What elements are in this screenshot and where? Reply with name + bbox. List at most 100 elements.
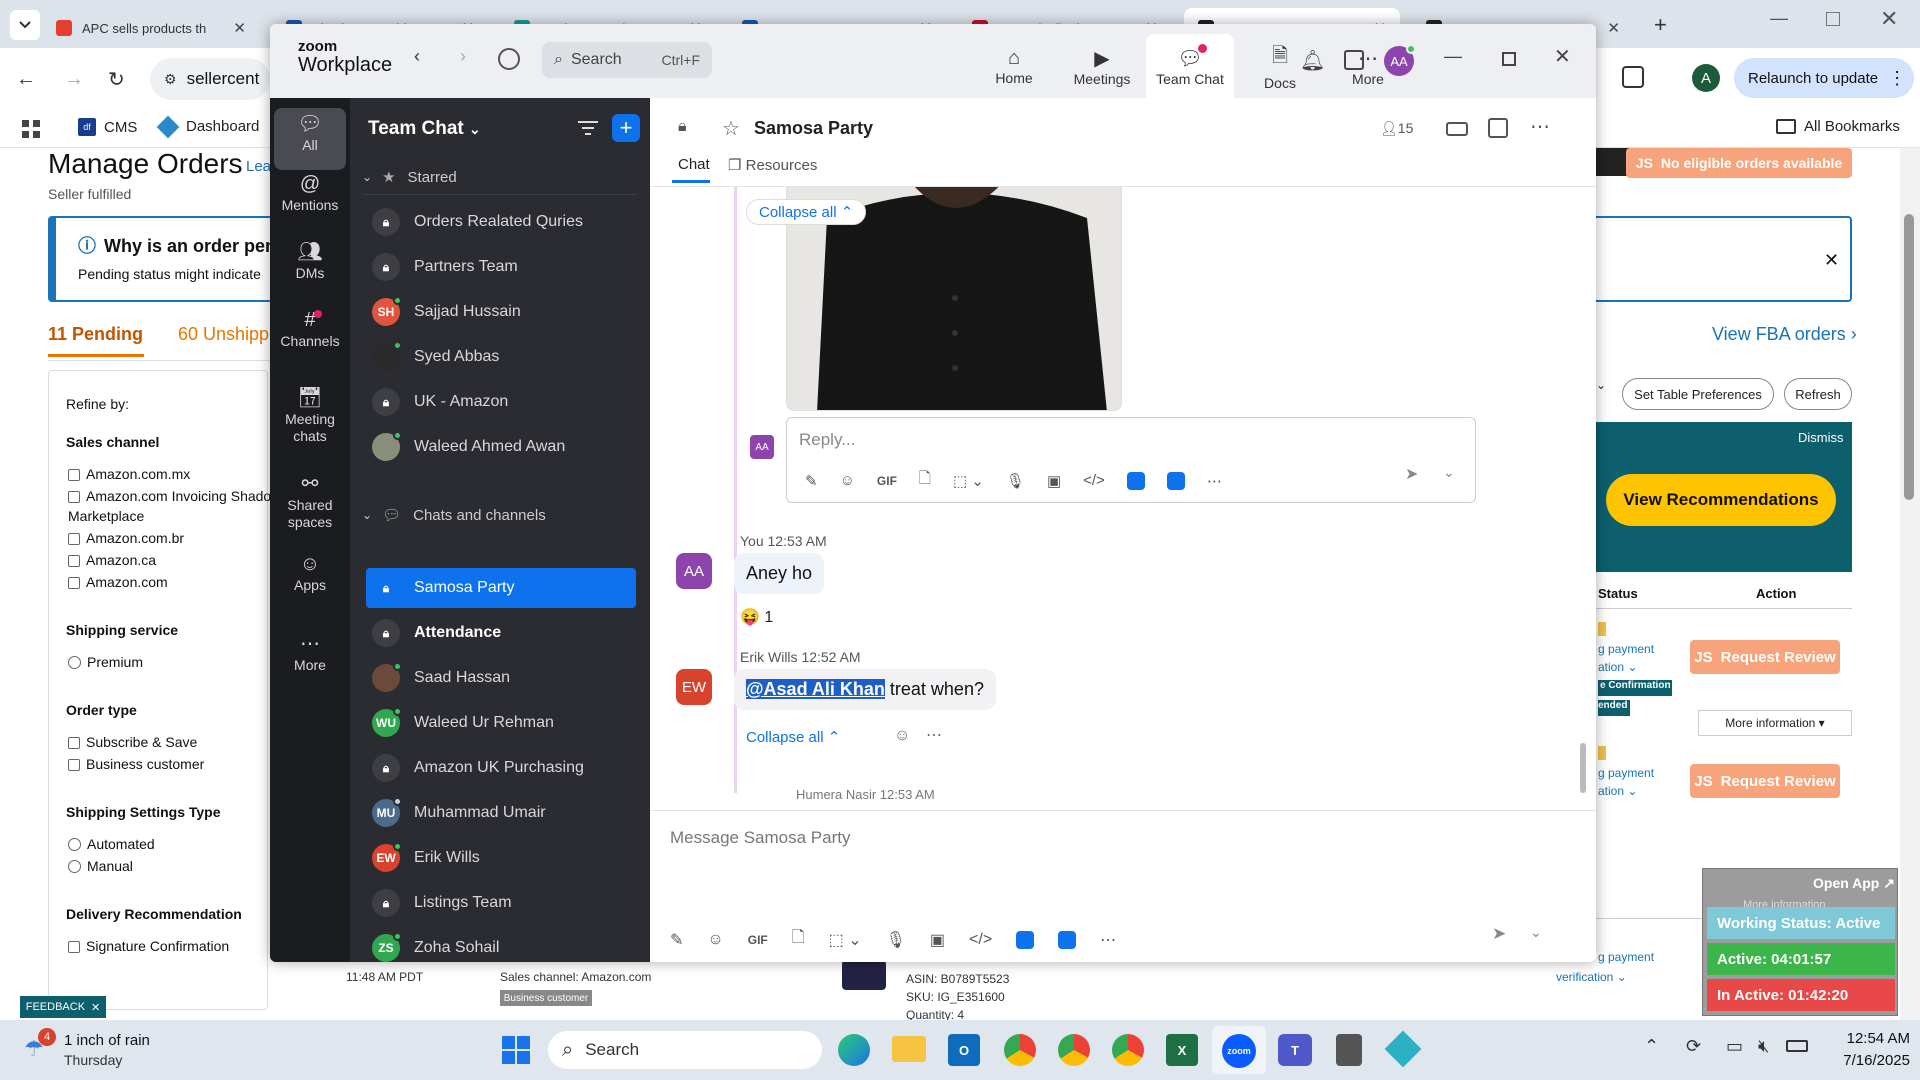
browser-tab[interactable]: APC sells products th ✕ [42,8,260,48]
view-fba-link[interactable]: View FBA orders › [1712,324,1857,345]
filter-checkbox[interactable]: Amazon.com [68,574,168,590]
profile-avatar[interactable]: A [1692,64,1720,92]
tab-resources[interactable]: ❐ Resources [728,156,817,174]
maximize-button[interactable] [1502,52,1516,66]
calendar-icon[interactable] [1488,118,1508,138]
mention-link[interactable]: @Asad Ali Khan [746,679,885,699]
file-explorer-icon[interactable] [892,1036,926,1062]
chat-list-item[interactable]: 🔒︎ Attendance [366,613,636,653]
star-outline-icon[interactable]: ☆ [722,116,740,141]
taskbar-search[interactable]: ⌕ Search [548,1031,822,1069]
reply-box[interactable]: Reply... ✎ ☺ GIF 🗋 ⬚ ⌄ 🎙︎ ▣ </> ⋯ ➤ ⌄ [786,417,1476,503]
checkbox[interactable] [68,759,80,771]
tab-unshipped[interactable]: 60 Unshipp [178,324,269,345]
open-app-link[interactable]: Open App ↗ [1813,875,1895,892]
tab-chat[interactable]: Chat [678,156,710,173]
checkbox[interactable] [68,491,80,503]
chevron-down-icon[interactable]: ⌄ [1530,924,1542,941]
windows-start-icon[interactable] [502,1036,530,1064]
format-icon[interactable]: ✎ [670,930,683,950]
channel-title[interactable]: Samosa Party [754,118,873,139]
verification-link[interactable]: ation ⌄ [1598,660,1637,674]
chat-list-item[interactable]: WU Waleed Ur Rehman [366,703,636,743]
filter-radio[interactable]: Manual [68,858,133,874]
request-review-button[interactable]: JS Request Review [1690,640,1840,674]
nav-meetings[interactable]: ▶ Meetings [1058,34,1146,98]
video-message-icon[interactable]: ▣ [930,930,945,950]
maximize-browser-button[interactable] [1826,12,1840,26]
message-scrollbar-thumb[interactable] [1580,743,1586,793]
checkbox[interactable] [68,737,80,749]
reply-placeholder[interactable]: Reply... [799,430,855,450]
reload-icon[interactable]: ↻ [108,67,125,92]
filter-checkbox[interactable]: Amazon.ca [68,552,156,568]
sender-name[interactable]: Erik Wills [740,649,798,665]
rail-channels[interactable]: # Channels [274,306,346,364]
filter-checkbox[interactable]: Subscribe & Save [68,734,197,750]
more-icon[interactable]: ⋯ [926,725,942,745]
all-bookmarks[interactable]: All Bookmarks [1776,118,1900,135]
tab-pending[interactable]: 11 Pending [48,324,143,345]
microphone-icon[interactable]: 🎙︎ [886,930,906,950]
radio[interactable] [68,656,81,669]
feedback-button[interactable]: FEEDBACK ✕ [20,996,106,1018]
calculator-icon[interactable] [1336,1034,1362,1066]
chat-list-item[interactable]: Waleed Ahmed Awan [366,427,636,467]
nav-team-chat[interactable]: 💬︎ Team Chat [1146,34,1234,98]
more-icon[interactable]: ⋯ [1207,472,1222,490]
filter-checkbox[interactable]: Amazon.com Invoicing Shado [68,488,271,504]
send-icon[interactable]: ➤ [1405,464,1418,484]
gif-button[interactable]: GIF [877,474,897,488]
new-chat-button[interactable]: + [612,114,640,142]
no-eligible-orders-button[interactable]: JS No eligible orders available [1626,148,1852,178]
emoji-icon[interactable]: ☺ [840,472,855,489]
checkbox[interactable] [68,469,80,481]
microphone-icon[interactable]: 🎙︎ [1006,472,1025,490]
checkbox[interactable] [68,533,80,545]
chrome-icon[interactable] [1004,1034,1036,1066]
checkbox[interactable] [68,941,80,953]
code-icon[interactable]: </> [969,931,992,949]
pending-payment-link[interactable]: g payment [1598,950,1654,964]
file-icon[interactable]: 🗋 [919,468,931,493]
chat-list-item[interactable]: 🔒︎ Amazon UK Purchasing [366,748,636,788]
close-tab-icon[interactable]: ✕ [1599,19,1620,37]
message-avatar[interactable]: EW [676,669,712,705]
close-browser-button[interactable]: ✕ [1880,6,1898,32]
video-call-icon[interactable] [1446,122,1468,136]
app-icon[interactable] [1126,471,1145,490]
team-chat-title[interactable]: Team Chat ⌄ [368,118,481,140]
filter-checkbox[interactable]: Signature Confirmation [68,938,229,954]
chevron-down-icon[interactable]: ⌄ [1596,378,1610,408]
member-count[interactable]: 👤︎15 [1380,120,1413,137]
emoji-icon[interactable]: ☺ [707,931,723,949]
filter-radio[interactable]: Premium [68,654,143,670]
app-icon[interactable] [1058,930,1077,949]
filter-checkbox[interactable]: Amazon.com.br [68,530,184,546]
chat-list-item[interactable]: 🔒︎ Orders Realated Quries [366,202,636,242]
weather-text[interactable]: 1 inch of rain [64,1032,150,1049]
apps-grid-icon[interactable] [22,120,40,138]
edge-icon[interactable] [838,1034,870,1066]
forward-arrow-icon[interactable]: › [460,46,466,67]
request-review-button[interactable]: JS Request Review [1690,764,1840,798]
chat-list-item[interactable]: ZS Zoha Sohail [366,928,636,962]
file-icon[interactable]: 🗋 [792,926,805,953]
radio[interactable] [68,838,81,851]
rail-dms[interactable]: 👥︎ DMs [274,238,346,296]
address-bar[interactable]: ⚙ sellercent [150,58,270,100]
rail-more[interactable]: ⋯ More [274,630,346,688]
forward-icon[interactable]: → [64,68,84,91]
screenshot-icon[interactable]: ⬚ ⌄ [829,930,862,950]
filter-checkbox[interactable]: Amazon.com.mx [68,466,190,482]
chevron-up-icon[interactable]: ⌃ [1644,1036,1659,1057]
message-bubble[interactable]: @Asad Ali Khan treat when? [734,669,996,710]
bookmark-dashboard[interactable]: Dashboard [156,115,259,138]
chat-list-item[interactable]: 🔒︎ Listings Team [366,883,636,923]
history-icon[interactable] [498,48,520,70]
page-scrollbar[interactable] [1900,148,1920,1020]
nav-home[interactable]: ⌂ Home [970,34,1058,98]
app-icon[interactable] [1384,1030,1422,1068]
learn-link[interactable]: Lea [246,158,271,175]
message-bubble[interactable]: Aney ho [734,553,825,594]
